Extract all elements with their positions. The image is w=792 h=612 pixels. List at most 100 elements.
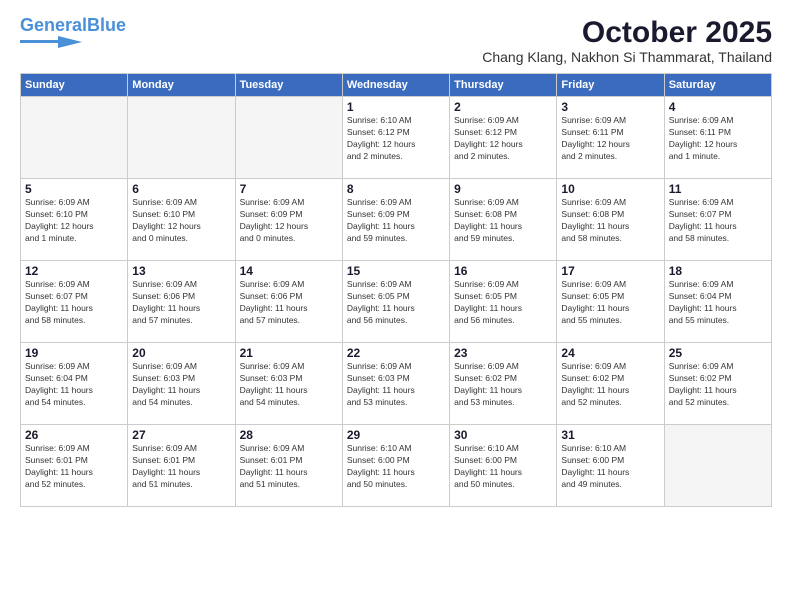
calendar-cell-w1-d5: 2Sunrise: 6:09 AM Sunset: 6:12 PM Daylig… xyxy=(450,97,557,179)
logo: GeneralBlue xyxy=(20,16,126,48)
day-info: Sunrise: 6:09 AM Sunset: 6:03 PM Dayligh… xyxy=(347,361,445,409)
calendar-cell-w4-d6: 24Sunrise: 6:09 AM Sunset: 6:02 PM Dayli… xyxy=(557,343,664,425)
day-info: Sunrise: 6:09 AM Sunset: 6:09 PM Dayligh… xyxy=(240,197,338,245)
day-number: 14 xyxy=(240,264,338,278)
day-number: 2 xyxy=(454,100,552,114)
calendar-cell-w3-d2: 13Sunrise: 6:09 AM Sunset: 6:06 PM Dayli… xyxy=(128,261,235,343)
calendar-cell-w4-d4: 22Sunrise: 6:09 AM Sunset: 6:03 PM Dayli… xyxy=(342,343,449,425)
day-number: 11 xyxy=(669,182,767,196)
calendar-cell-w4-d1: 19Sunrise: 6:09 AM Sunset: 6:04 PM Dayli… xyxy=(21,343,128,425)
day-number: 3 xyxy=(561,100,659,114)
day-info: Sunrise: 6:09 AM Sunset: 6:06 PM Dayligh… xyxy=(240,279,338,327)
calendar-cell-w2-d7: 11Sunrise: 6:09 AM Sunset: 6:07 PM Dayli… xyxy=(664,179,771,261)
calendar-cell-w5-d4: 29Sunrise: 6:10 AM Sunset: 6:00 PM Dayli… xyxy=(342,425,449,507)
day-info: Sunrise: 6:09 AM Sunset: 6:11 PM Dayligh… xyxy=(561,115,659,163)
calendar-cell-w2-d5: 9Sunrise: 6:09 AM Sunset: 6:08 PM Daylig… xyxy=(450,179,557,261)
week-row-1: 1Sunrise: 6:10 AM Sunset: 6:12 PM Daylig… xyxy=(21,97,772,179)
day-number: 27 xyxy=(132,428,230,442)
header-tuesday: Tuesday xyxy=(235,74,342,97)
day-info: Sunrise: 6:09 AM Sunset: 6:05 PM Dayligh… xyxy=(347,279,445,327)
day-info: Sunrise: 6:09 AM Sunset: 6:01 PM Dayligh… xyxy=(240,443,338,491)
header-wednesday: Wednesday xyxy=(342,74,449,97)
day-info: Sunrise: 6:09 AM Sunset: 6:11 PM Dayligh… xyxy=(669,115,767,163)
calendar-cell-w3-d6: 17Sunrise: 6:09 AM Sunset: 6:05 PM Dayli… xyxy=(557,261,664,343)
day-number: 8 xyxy=(347,182,445,196)
calendar-cell-w4-d2: 20Sunrise: 6:09 AM Sunset: 6:03 PM Dayli… xyxy=(128,343,235,425)
day-number: 31 xyxy=(561,428,659,442)
day-info: Sunrise: 6:09 AM Sunset: 6:10 PM Dayligh… xyxy=(132,197,230,245)
calendar-cell-w5-d3: 28Sunrise: 6:09 AM Sunset: 6:01 PM Dayli… xyxy=(235,425,342,507)
day-info: Sunrise: 6:09 AM Sunset: 6:04 PM Dayligh… xyxy=(669,279,767,327)
calendar-cell-w3-d1: 12Sunrise: 6:09 AM Sunset: 6:07 PM Dayli… xyxy=(21,261,128,343)
calendar-cell-w3-d3: 14Sunrise: 6:09 AM Sunset: 6:06 PM Dayli… xyxy=(235,261,342,343)
day-info: Sunrise: 6:09 AM Sunset: 6:08 PM Dayligh… xyxy=(454,197,552,245)
day-info: Sunrise: 6:10 AM Sunset: 6:00 PM Dayligh… xyxy=(561,443,659,491)
day-info: Sunrise: 6:10 AM Sunset: 6:00 PM Dayligh… xyxy=(454,443,552,491)
calendar-cell-w3-d7: 18Sunrise: 6:09 AM Sunset: 6:04 PM Dayli… xyxy=(664,261,771,343)
calendar-cell-w1-d7: 4Sunrise: 6:09 AM Sunset: 6:11 PM Daylig… xyxy=(664,97,771,179)
day-info: Sunrise: 6:09 AM Sunset: 6:05 PM Dayligh… xyxy=(454,279,552,327)
day-number: 9 xyxy=(454,182,552,196)
day-info: Sunrise: 6:09 AM Sunset: 6:04 PM Dayligh… xyxy=(25,361,123,409)
day-info: Sunrise: 6:09 AM Sunset: 6:02 PM Dayligh… xyxy=(454,361,552,409)
day-info: Sunrise: 6:09 AM Sunset: 6:09 PM Dayligh… xyxy=(347,197,445,245)
day-info: Sunrise: 6:09 AM Sunset: 6:01 PM Dayligh… xyxy=(25,443,123,491)
day-info: Sunrise: 6:09 AM Sunset: 6:07 PM Dayligh… xyxy=(669,197,767,245)
day-info: Sunrise: 6:09 AM Sunset: 6:03 PM Dayligh… xyxy=(132,361,230,409)
subtitle: Chang Klang, Nakhon Si Thammarat, Thaila… xyxy=(482,49,772,65)
month-title: October 2025 xyxy=(482,16,772,49)
logo-general: General xyxy=(20,15,87,35)
calendar-cell-w1-d3 xyxy=(235,97,342,179)
day-number: 16 xyxy=(454,264,552,278)
header-saturday: Saturday xyxy=(664,74,771,97)
day-number: 26 xyxy=(25,428,123,442)
day-number: 6 xyxy=(132,182,230,196)
day-info: Sunrise: 6:09 AM Sunset: 6:07 PM Dayligh… xyxy=(25,279,123,327)
week-row-4: 19Sunrise: 6:09 AM Sunset: 6:04 PM Dayli… xyxy=(21,343,772,425)
day-number: 1 xyxy=(347,100,445,114)
day-info: Sunrise: 6:10 AM Sunset: 6:00 PM Dayligh… xyxy=(347,443,445,491)
day-number: 12 xyxy=(25,264,123,278)
calendar-cell-w2-d1: 5Sunrise: 6:09 AM Sunset: 6:10 PM Daylig… xyxy=(21,179,128,261)
day-number: 5 xyxy=(25,182,123,196)
day-number: 17 xyxy=(561,264,659,278)
day-info: Sunrise: 6:10 AM Sunset: 6:12 PM Dayligh… xyxy=(347,115,445,163)
logo-icon xyxy=(20,34,82,48)
header-monday: Monday xyxy=(128,74,235,97)
week-row-5: 26Sunrise: 6:09 AM Sunset: 6:01 PM Dayli… xyxy=(21,425,772,507)
week-row-2: 5Sunrise: 6:09 AM Sunset: 6:10 PM Daylig… xyxy=(21,179,772,261)
header-sunday: Sunday xyxy=(21,74,128,97)
day-info: Sunrise: 6:09 AM Sunset: 6:10 PM Dayligh… xyxy=(25,197,123,245)
calendar-header-row: Sunday Monday Tuesday Wednesday Thursday… xyxy=(21,74,772,97)
day-info: Sunrise: 6:09 AM Sunset: 6:06 PM Dayligh… xyxy=(132,279,230,327)
calendar-cell-w5-d6: 31Sunrise: 6:10 AM Sunset: 6:00 PM Dayli… xyxy=(557,425,664,507)
header-friday: Friday xyxy=(557,74,664,97)
day-number: 19 xyxy=(25,346,123,360)
day-number: 4 xyxy=(669,100,767,114)
day-info: Sunrise: 6:09 AM Sunset: 6:08 PM Dayligh… xyxy=(561,197,659,245)
calendar-cell-w1-d1 xyxy=(21,97,128,179)
week-row-3: 12Sunrise: 6:09 AM Sunset: 6:07 PM Dayli… xyxy=(21,261,772,343)
calendar-table: Sunday Monday Tuesday Wednesday Thursday… xyxy=(20,73,772,507)
calendar-cell-w1-d2 xyxy=(128,97,235,179)
logo-blue: Blue xyxy=(87,15,126,35)
calendar-cell-w2-d4: 8Sunrise: 6:09 AM Sunset: 6:09 PM Daylig… xyxy=(342,179,449,261)
calendar-cell-w3-d4: 15Sunrise: 6:09 AM Sunset: 6:05 PM Dayli… xyxy=(342,261,449,343)
day-number: 25 xyxy=(669,346,767,360)
day-number: 28 xyxy=(240,428,338,442)
day-number: 29 xyxy=(347,428,445,442)
day-number: 20 xyxy=(132,346,230,360)
day-info: Sunrise: 6:09 AM Sunset: 6:03 PM Dayligh… xyxy=(240,361,338,409)
day-info: Sunrise: 6:09 AM Sunset: 6:12 PM Dayligh… xyxy=(454,115,552,163)
header-thursday: Thursday xyxy=(450,74,557,97)
day-number: 18 xyxy=(669,264,767,278)
calendar-cell-w4-d3: 21Sunrise: 6:09 AM Sunset: 6:03 PM Dayli… xyxy=(235,343,342,425)
calendar-cell-w4-d5: 23Sunrise: 6:09 AM Sunset: 6:02 PM Dayli… xyxy=(450,343,557,425)
calendar-cell-w5-d7 xyxy=(664,425,771,507)
logo-text: GeneralBlue xyxy=(20,16,126,34)
day-number: 7 xyxy=(240,182,338,196)
day-number: 21 xyxy=(240,346,338,360)
day-number: 10 xyxy=(561,182,659,196)
day-number: 23 xyxy=(454,346,552,360)
day-number: 13 xyxy=(132,264,230,278)
